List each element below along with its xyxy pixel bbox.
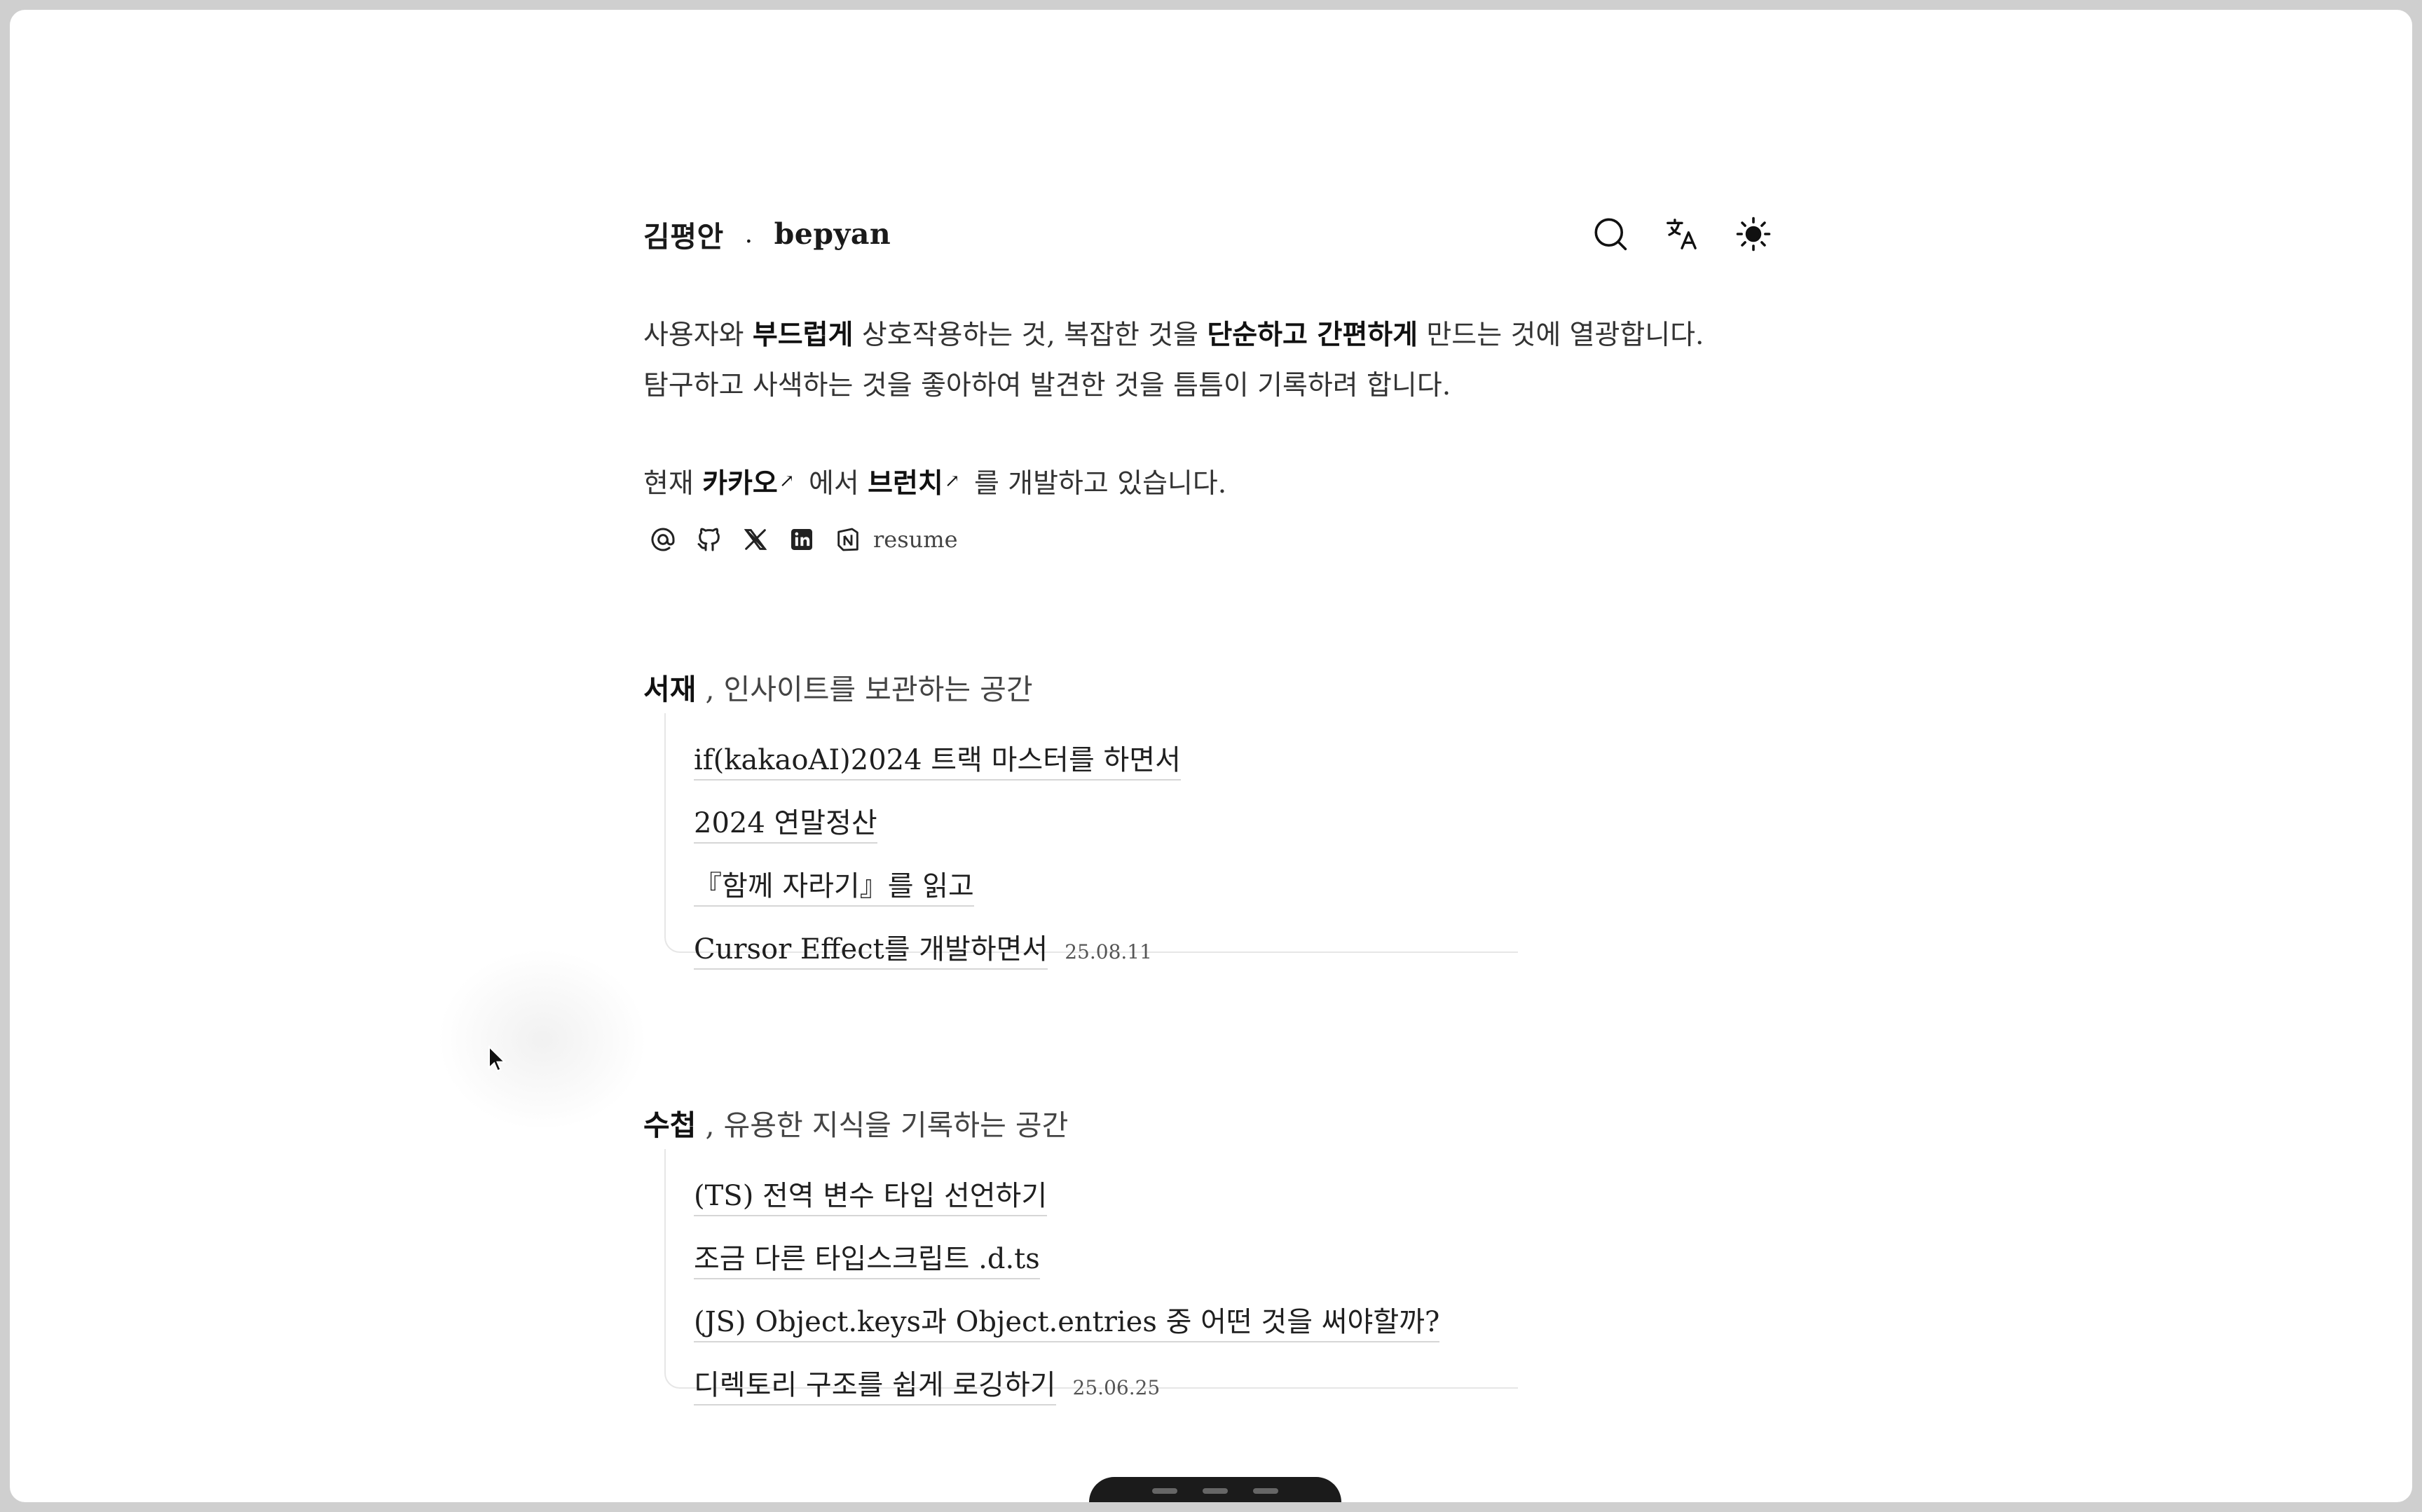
external-link-icon: ↗ xyxy=(779,471,795,492)
at-icon xyxy=(651,528,675,551)
intro-text-part: 만드는 것에 열광합니다. xyxy=(1418,319,1704,351)
brand-name-english: bepyan xyxy=(774,217,891,251)
github-icon xyxy=(697,528,720,551)
product-name: 브런치 xyxy=(868,467,943,500)
x-icon xyxy=(744,529,767,550)
site-brand[interactable]: 김평안 . bepyan xyxy=(643,213,891,255)
section-name[interactable]: 서재 xyxy=(643,673,696,706)
sun-icon xyxy=(1736,217,1771,252)
header-tools xyxy=(1588,212,1776,256)
cursor-effect-trail xyxy=(437,949,648,1131)
linkedin-link[interactable] xyxy=(786,524,817,555)
brunch-link[interactable]: 브런치↗ xyxy=(868,467,965,500)
toolbar-handle xyxy=(1203,1488,1228,1494)
intro-line-2: 탐구하고 사색하는 것을 좋아하여 발견한 것을 틈틈이 기록하려 합니다. xyxy=(643,370,1451,401)
post-title[interactable]: 디렉토리 구조를 쉽게 로깅하기 xyxy=(694,1362,1056,1406)
resume-link[interactable]: resume xyxy=(873,526,958,553)
post-list: if(kakaoAI)2024 트랙 마스터를 하면서 2024 연말정산 『함… xyxy=(664,713,1518,970)
post-title[interactable]: (JS) Object.keys과 Object.entries 중 어떤 것을… xyxy=(694,1299,1440,1342)
section-library: 서재 , 인사이트를 보관하는 공간 if(kakaoAI)2024 트랙 마스… xyxy=(643,666,1526,1002)
current-work: 현재 카카오↗ 에서 브런치↗ 를 개발하고 있습니다. xyxy=(643,462,1226,501)
section-title: 수첩 , 유용한 지식을 기록하는 공간 xyxy=(643,1101,1526,1143)
brand-separator: . xyxy=(744,219,753,249)
brand-name-korean: 김평안 xyxy=(643,220,724,254)
floating-toolbar[interactable] xyxy=(1089,1477,1341,1502)
list-item[interactable]: 조금 다른 타입스크립트 .d.ts xyxy=(694,1236,1040,1279)
list-item[interactable]: 2024 연말정산 xyxy=(694,800,877,844)
list-item[interactable]: if(kakaoAI)2024 트랙 마스터를 하면서 xyxy=(694,737,1181,781)
section-title: 서재 , 인사이트를 보관하는 공간 xyxy=(643,666,1526,708)
notion-resume-link[interactable] xyxy=(833,524,863,555)
post-date: 25.08.11 xyxy=(1065,940,1152,963)
intro-emphasis: 부드럽게 xyxy=(752,319,854,351)
intro-text-part: 사용자와 xyxy=(643,319,753,351)
current-text-part: 에서 xyxy=(800,468,868,500)
post-list: (TS) 전역 변수 타입 선언하기 조금 다른 타입스크립트 .d.ts (J… xyxy=(664,1149,1518,1406)
post-title[interactable]: if(kakaoAI)2024 트랙 마스터를 하면서 xyxy=(694,737,1181,781)
email-link[interactable] xyxy=(648,524,678,555)
intro-emphasis: 단순하고 간편하게 xyxy=(1207,319,1418,351)
mouse-pointer-icon xyxy=(488,1045,506,1072)
external-link-icon: ↗ xyxy=(944,471,960,492)
current-text-part: 를 개발하고 있습니다. xyxy=(965,468,1227,500)
section-name[interactable]: 수첩 xyxy=(643,1108,696,1142)
current-text-part: 현재 xyxy=(643,468,703,500)
intro-text-part: 상호작용하는 것, 복잡한 것을 xyxy=(853,319,1207,351)
site-header: 김평안 . bepyan xyxy=(643,206,1776,262)
list-item[interactable]: 디렉토리 구조를 쉽게 로깅하기 25.06.25 xyxy=(694,1362,1160,1406)
intro-line-1: 사용자와 부드럽게 상호작용하는 것, 복잡한 것을 단순하고 간편하게 만드는… xyxy=(643,310,1793,361)
kakao-link[interactable]: 카카오↗ xyxy=(702,467,800,500)
company-name: 카카오 xyxy=(702,467,778,500)
toolbar-handle xyxy=(1253,1488,1278,1494)
post-date: 25.06.25 xyxy=(1072,1376,1161,1399)
search-button[interactable] xyxy=(1588,212,1633,256)
social-links: resume xyxy=(648,524,958,555)
toolbar-handle xyxy=(1152,1488,1177,1494)
post-title[interactable]: Cursor Effect를 개발하면서 xyxy=(694,926,1048,970)
github-link[interactable] xyxy=(694,524,725,555)
list-item[interactable]: 『함께 자라기』를 읽고 xyxy=(694,863,974,907)
search-icon xyxy=(1594,218,1627,251)
post-title[interactable]: 『함께 자라기』를 읽고 xyxy=(694,863,974,907)
post-title[interactable]: (TS) 전역 변수 타입 선언하기 xyxy=(694,1173,1048,1216)
browser-window: 김평안 . bepyan 사용자와 부드럽게 상호작용하는 것, 복잡한 것을 … xyxy=(10,10,2412,1502)
translate-button[interactable] xyxy=(1660,212,1704,256)
notion-icon xyxy=(837,528,858,551)
translate-icon xyxy=(1667,219,1697,249)
section-subtitle: , 유용한 지식을 기록하는 공간 xyxy=(696,1108,1069,1142)
linkedin-icon xyxy=(791,529,812,550)
list-item[interactable]: Cursor Effect를 개발하면서 25.08.11 xyxy=(694,926,1152,970)
theme-toggle-button[interactable] xyxy=(1731,212,1776,256)
section-notebook: 수첩 , 유용한 지식을 기록하는 공간 (TS) 전역 변수 타입 선언하기 … xyxy=(643,1101,1526,1438)
intro-text: 사용자와 부드럽게 상호작용하는 것, 복잡한 것을 단순하고 간편하게 만드는… xyxy=(643,310,1793,411)
list-item[interactable]: (TS) 전역 변수 타입 선언하기 xyxy=(694,1173,1048,1216)
section-subtitle: , 인사이트를 보관하는 공간 xyxy=(696,673,1033,706)
post-title[interactable]: 2024 연말정산 xyxy=(694,800,877,844)
list-item[interactable]: (JS) Object.keys과 Object.entries 중 어떤 것을… xyxy=(694,1299,1440,1342)
post-title[interactable]: 조금 다른 타입스크립트 .d.ts xyxy=(694,1236,1040,1279)
x-link[interactable] xyxy=(740,524,771,555)
